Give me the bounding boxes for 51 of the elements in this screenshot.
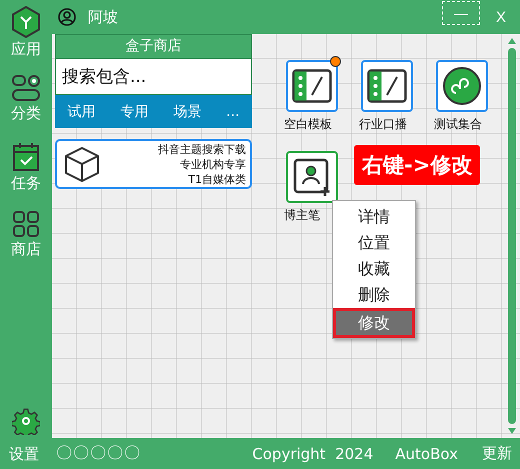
status-indicators: 〇〇〇〇〇 xyxy=(56,443,141,464)
panel-icon xyxy=(292,69,332,103)
app-label: 行业口播 xyxy=(359,116,407,133)
app-tile[interactable] xyxy=(361,60,413,112)
user-name: 阿坡 xyxy=(88,8,118,26)
sidebar-label: 商店 xyxy=(11,240,41,259)
sidebar-label: 任务 xyxy=(11,174,41,193)
sidebar-label: 分类 xyxy=(11,104,41,123)
user-icon[interactable] xyxy=(58,8,76,26)
minimize-button[interactable]: — xyxy=(442,1,480,25)
sidebar-item[interactable]: 任务 xyxy=(11,142,41,210)
link-icon xyxy=(442,66,482,106)
product-name: AutoBox xyxy=(395,444,458,462)
menu-item[interactable]: 位置 xyxy=(333,230,415,256)
hint-banner: 右键->修改 xyxy=(354,145,480,185)
settings-icon[interactable] xyxy=(12,407,40,435)
search-field[interactable]: 搜索包含... xyxy=(55,58,252,95)
app-tile[interactable] xyxy=(286,151,338,203)
menu-item[interactable]: 详情 xyxy=(333,204,415,230)
menu-item[interactable]: 收藏 xyxy=(333,256,415,282)
store-tab[interactable]: ... xyxy=(226,104,240,120)
store-card[interactable]: 抖音主题搜索下载 专业机构专享 T1自媒体类 xyxy=(55,139,252,189)
category-icon xyxy=(11,74,41,102)
sidebar-item[interactable]: 商店 xyxy=(11,210,41,278)
store-tab[interactable]: 场景 xyxy=(173,102,202,120)
store-tab[interactable]: 专用 xyxy=(120,102,148,120)
menu-item[interactable]: 删除 xyxy=(333,282,415,308)
sidebar-item[interactable]: 应用 xyxy=(11,6,41,74)
menu-item[interactable]: 修改 xyxy=(333,308,415,338)
sidebar-label: 应用 xyxy=(11,40,41,59)
sidebar-item[interactable]: 分类 xyxy=(11,74,41,142)
card-text: 专业机构专享 xyxy=(180,156,246,172)
panel-icon xyxy=(367,69,407,103)
app-label: 空白模板 xyxy=(284,116,332,133)
hexagon-icon xyxy=(11,6,41,38)
settings-label[interactable]: 设置 xyxy=(9,445,39,464)
person-icon xyxy=(292,157,332,197)
update-link[interactable]: 更新 xyxy=(482,444,512,463)
app-label: 测试集合 xyxy=(434,116,482,133)
card-text: 抖音主题搜索下载 xyxy=(158,142,246,156)
close-button[interactable]: X xyxy=(492,8,510,26)
store-tab[interactable]: 试用 xyxy=(67,102,96,120)
app-label: 博主笔 xyxy=(284,207,320,224)
calendar-icon xyxy=(12,142,40,172)
store-title: 盒子商店 xyxy=(55,34,252,58)
scrollbar-thumb[interactable] xyxy=(508,48,516,424)
copyright-text: Copyright 2024 xyxy=(252,444,374,462)
grid-icon xyxy=(12,210,40,238)
cube-icon xyxy=(63,145,101,183)
app-tile[interactable] xyxy=(436,60,488,112)
card-text: T1自媒体类 xyxy=(188,172,246,186)
